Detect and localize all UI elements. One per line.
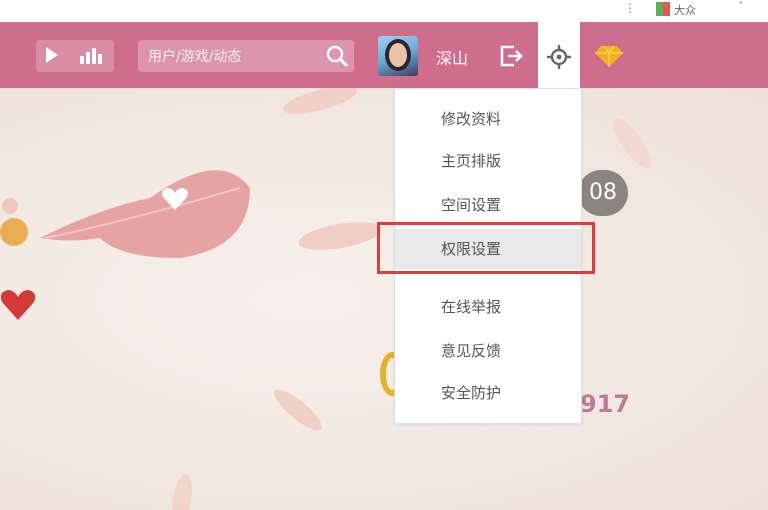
username-link[interactable]: 深山 [436, 45, 468, 69]
menu-item-online-report[interactable]: 在线举报 [395, 287, 581, 327]
avatar[interactable] [378, 36, 418, 76]
heart-icon [0, 290, 36, 320]
extension-label[interactable]: 大众 [674, 2, 696, 18]
extension-icon[interactable] [656, 2, 670, 16]
page-background [0, 88, 768, 510]
logout-icon[interactable] [498, 44, 524, 68]
browser-top-strip: ⋮ 大众 ˇ [0, 0, 768, 22]
menu-item-homepage-layout[interactable]: 主页排版 [395, 141, 581, 181]
menu-item-edit-profile[interactable]: 修改资料 [395, 99, 581, 139]
dropdown-caret-icon[interactable]: ˇ [738, 0, 744, 13]
white-heart-icon [162, 188, 188, 210]
stats-bars-icon[interactable] [78, 46, 104, 64]
menu-item-space-settings[interactable]: 空间设置 [395, 185, 581, 225]
search-icon[interactable] [326, 45, 348, 67]
diamond-icon[interactable] [594, 44, 624, 68]
search-input[interactable] [146, 40, 320, 74]
more-dots-icon[interactable]: ⋮ [624, 1, 636, 15]
visitor-count: 917 [580, 390, 631, 418]
count-badge: 08 [578, 170, 628, 216]
menu-item-security[interactable]: 安全防护 [395, 373, 581, 413]
decorative-petals [0, 88, 652, 510]
gear-icon[interactable] [546, 44, 572, 70]
menu-item-feedback[interactable]: 意见反馈 [395, 331, 581, 371]
play-icon[interactable] [46, 47, 58, 63]
highlight-annotation-box [377, 222, 595, 274]
